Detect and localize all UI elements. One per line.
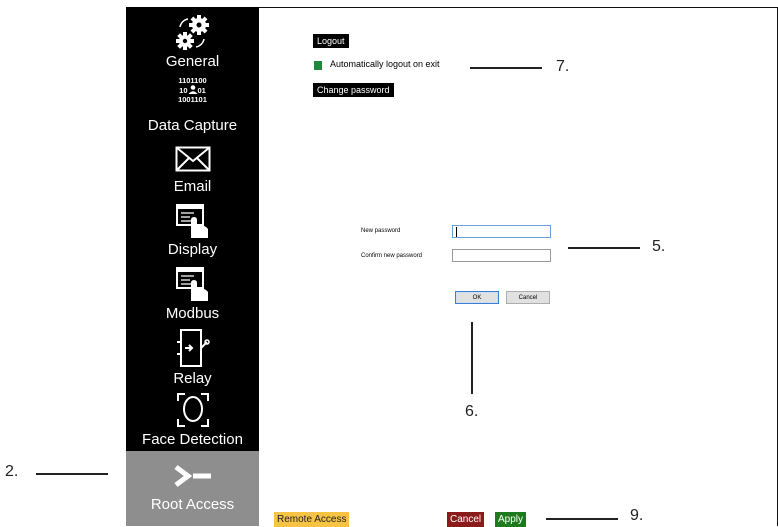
confirm-password-field[interactable] — [452, 249, 551, 262]
callout-2: 2. — [5, 463, 19, 480]
callout-line-2 — [36, 473, 108, 475]
window-border-top — [258, 7, 778, 8]
sidebar-item-data-capture[interactable]: 1101100 10 01 1001101 Data Capture — [126, 73, 259, 137]
dialog-cancel-button[interactable]: Cancel — [506, 291, 550, 304]
new-password-field[interactable] — [452, 225, 551, 238]
change-password-button[interactable]: Change password — [313, 83, 394, 97]
footer-cancel-button[interactable]: Cancel — [447, 512, 485, 527]
auto-logout-checkbox[interactable] — [314, 61, 322, 70]
sidebar-item-general[interactable]: General — [126, 7, 259, 73]
callout-6: 6. — [465, 403, 479, 420]
sidebar: General 1101100 10 01 1001101 Data Captur… — [126, 7, 259, 526]
sidebar-item-label: Data Capture — [147, 117, 238, 134]
remote-access-button[interactable]: Remote Access — [274, 512, 350, 527]
sidebar-item-label: Email — [173, 178, 212, 195]
callout-line-6 — [471, 322, 473, 394]
new-password-label: New password — [361, 228, 401, 234]
sidebar-item-label: Modbus — [165, 305, 220, 322]
callout-line-5 — [568, 247, 640, 249]
terminal-prompt-icon — [174, 465, 211, 487]
gears-icon — [175, 15, 209, 50]
face-detection-icon — [176, 393, 209, 427]
sidebar-item-modbus[interactable]: Modbus — [126, 261, 259, 325]
callout-line-9 — [546, 518, 618, 520]
sidebar-item-relay[interactable]: Relay — [126, 325, 259, 389]
text-caret — [456, 227, 457, 237]
sidebar-item-label: Root Access — [150, 496, 235, 513]
envelope-icon — [175, 146, 210, 172]
confirm-password-label: Confirm new password — [361, 253, 423, 259]
sidebar-item-email[interactable]: Email — [126, 137, 259, 199]
callout-9: 9. — [630, 507, 644, 524]
user-icon — [188, 85, 197, 94]
sidebar-item-root-access[interactable]: Root Access — [126, 451, 259, 526]
callout-7: 7. — [556, 58, 570, 75]
callout-line-7 — [470, 67, 542, 69]
sidebar-item-label: Face Detection — [142, 431, 243, 448]
ok-button[interactable]: OK — [455, 291, 499, 304]
auto-logout-label: Automatically logout on exit — [330, 59, 440, 69]
sidebar-item-label: General — [165, 53, 220, 70]
modbus-touch-icon — [175, 267, 208, 301]
sidebar-item-display[interactable]: Display — [126, 199, 259, 261]
display-touch-icon — [175, 204, 208, 238]
binary-user-icon: 1101100 10 01 1001101 — [178, 76, 207, 104]
sidebar-item-face-detection[interactable]: Face Detection — [126, 389, 259, 451]
apply-button[interactable]: Apply — [495, 512, 527, 527]
relay-switch-icon — [176, 329, 210, 367]
sidebar-item-label: Relay — [173, 370, 212, 387]
sidebar-item-label: Display — [167, 241, 218, 258]
callout-5: 5. — [652, 238, 666, 255]
logout-button[interactable]: Logout — [313, 34, 349, 48]
